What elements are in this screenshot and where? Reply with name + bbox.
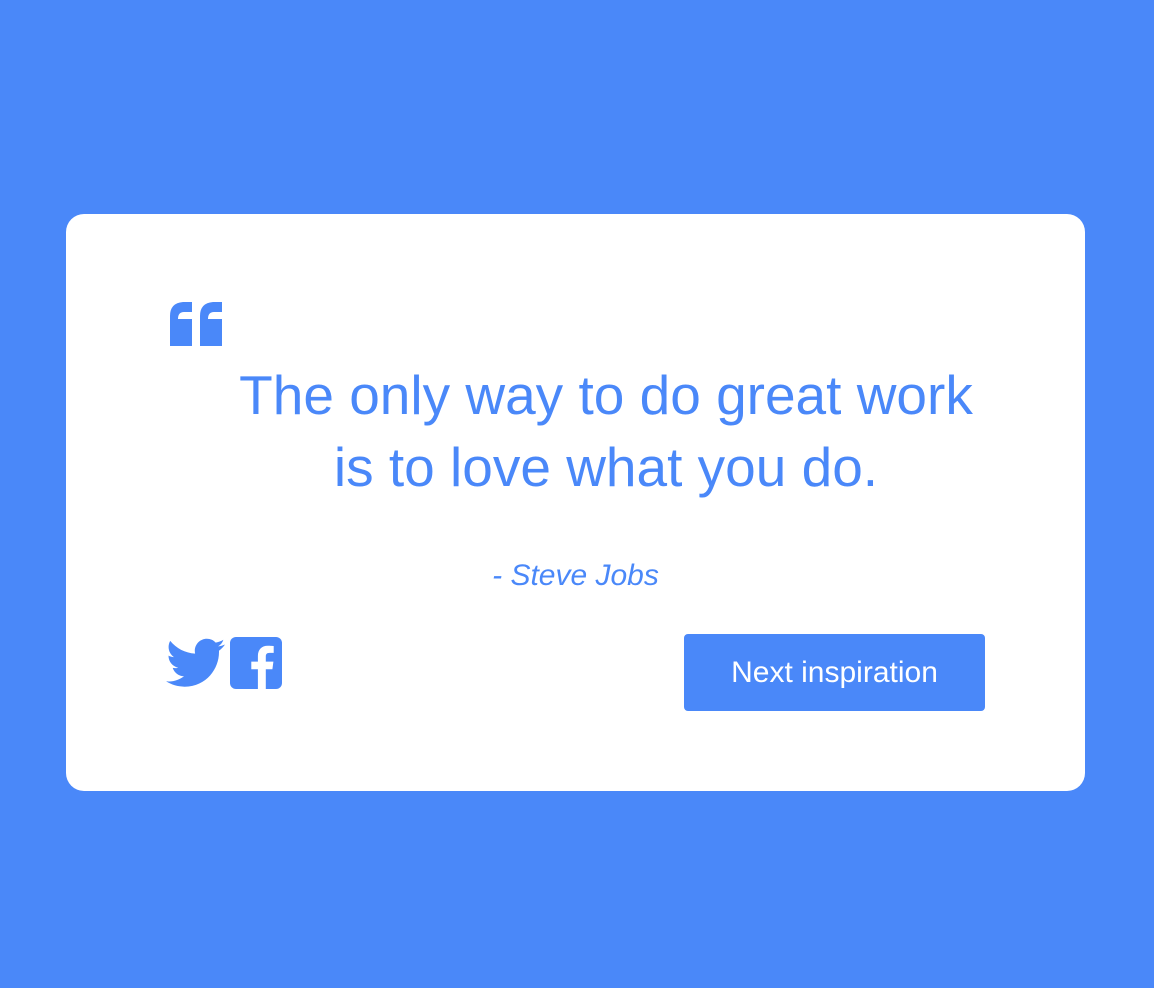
facebook-share-link[interactable]	[230, 637, 282, 689]
quote-author: - Steve Jobs	[492, 559, 659, 592]
quote-text: The only way to do great work is to love…	[239, 364, 973, 498]
twitter-share-link[interactable]	[166, 635, 226, 691]
twitter-icon	[166, 635, 226, 691]
facebook-icon	[230, 637, 282, 689]
quote-icon	[166, 298, 226, 350]
quote-card: The only way to do great work is to love…	[66, 214, 1085, 791]
next-inspiration-button[interactable]: Next inspiration	[684, 634, 985, 711]
